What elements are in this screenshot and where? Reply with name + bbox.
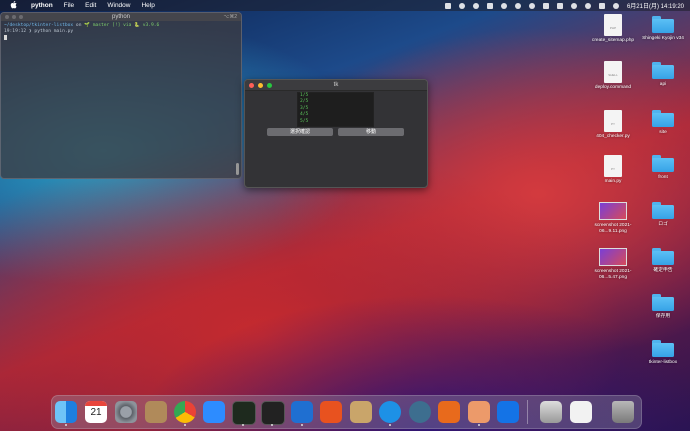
move-button[interactable]: 移動: [338, 128, 404, 136]
infinity-icon[interactable]: [497, 401, 519, 423]
close-button[interactable]: [5, 15, 9, 19]
confirm-selection-button[interactable]: 選択確認: [267, 128, 333, 136]
bluetooth-icon[interactable]: [542, 2, 549, 9]
minimize-button[interactable]: [258, 83, 263, 88]
vscode-icon[interactable]: [291, 401, 313, 423]
status-area: 6月21日(月) 14:19:20: [444, 0, 684, 11]
tk-title: tk: [333, 82, 339, 88]
python-file-icon: PY: [604, 110, 622, 132]
siri-icon[interactable]: [612, 2, 619, 9]
window-controls: [249, 83, 272, 88]
archive-utility-icon[interactable]: [350, 401, 372, 423]
menu-edit[interactable]: Edit: [85, 2, 96, 9]
wifi-icon[interactable]: [570, 2, 577, 9]
folder-icon: [652, 16, 674, 33]
zoom-button[interactable]: [267, 83, 272, 88]
dropbox-icon[interactable]: [444, 2, 451, 9]
menu-file[interactable]: File: [64, 2, 74, 9]
chrome-icon[interactable]: [174, 401, 196, 423]
terminal-green-icon[interactable]: [232, 401, 256, 425]
desktop-folder-tkinter-listbox[interactable]: tkinter-listbox: [637, 340, 689, 366]
terminal-titlebar[interactable]: python ⌥⌘2: [1, 13, 241, 21]
apple-icon[interactable]: [9, 0, 17, 11]
folder-icon: [652, 248, 674, 265]
quicktime-icon[interactable]: [409, 401, 431, 423]
tk-titlebar[interactable]: tk: [245, 80, 427, 91]
menu-help[interactable]: Help: [141, 2, 154, 9]
control-center-icon[interactable]: [598, 2, 605, 9]
screenshot-preview-icon[interactable]: [540, 401, 562, 423]
terminal-shortcut: ⌥⌘2: [223, 14, 237, 20]
image-thumbnail-icon: [599, 202, 627, 220]
cloud-icon[interactable]: [500, 2, 507, 9]
chat-icon[interactable]: [528, 2, 535, 9]
shell-file-icon: SHELL: [604, 61, 622, 83]
battery-icon[interactable]: [556, 2, 563, 9]
desktop-file-create-sitemap[interactable]: PHP create_sitemap.php: [587, 14, 639, 44]
folder-icon: [652, 155, 674, 172]
desktop-file-404-checker[interactable]: PY 404_checker.py: [587, 110, 639, 140]
terminal-title: python: [111, 14, 130, 20]
listbox-item[interactable]: 5/5: [298, 119, 373, 125]
desktop-file-screenshot-1[interactable]: screenshot 2021-06...9.11.png: [587, 199, 639, 235]
folder-icon: [652, 62, 674, 79]
zoom-icon[interactable]: [203, 401, 225, 423]
window-controls: [5, 15, 23, 19]
desktop-folder-site[interactable]: site: [637, 110, 689, 136]
close-button[interactable]: [249, 83, 254, 88]
desktop-folder-logo[interactable]: ロゴ: [637, 202, 689, 228]
finder-icon[interactable]: [55, 401, 77, 423]
php-file-icon: PHP: [604, 14, 622, 36]
contacts-icon[interactable]: [145, 401, 167, 423]
p-app-icon[interactable]: [486, 2, 493, 9]
terminal-icon[interactable]: [261, 401, 285, 425]
system-preferences-icon[interactable]: [115, 401, 137, 423]
folder-icon: [652, 294, 674, 311]
text-cursor: [4, 35, 7, 40]
sourcetree-icon[interactable]: [438, 401, 460, 423]
preview-app-icon[interactable]: [468, 401, 490, 423]
document-icon[interactable]: [570, 401, 592, 423]
music-icon[interactable]: [458, 2, 465, 9]
menu-datetime[interactable]: 6月21日(月) 14:19:20: [627, 1, 684, 10]
desktop-file-screenshot-2[interactable]: screenshot 2021-06...5.47.png: [587, 245, 639, 281]
terminal-cursor-line: [4, 35, 238, 42]
folder-icon: [652, 340, 674, 357]
desktop-file-main-py[interactable]: PY main.py: [587, 155, 639, 185]
desktop-folder-front[interactable]: front: [637, 155, 689, 181]
desktop-folder-shingeki[interactable]: Shingeki Kyojin v34: [637, 16, 689, 42]
dock: 21: [51, 395, 642, 429]
dock-separator: [527, 400, 528, 424]
folder-icon: [652, 110, 674, 127]
menu-app-name[interactable]: python: [31, 2, 53, 9]
folder-icon: [652, 202, 674, 219]
settings-icon[interactable]: [472, 2, 479, 9]
tk-window[interactable]: tk 1/5 2/5 3/5 4/5 5/5 選択確認 移動: [244, 79, 428, 188]
scrollbar[interactable]: [236, 163, 239, 175]
zoom-button[interactable]: [19, 15, 23, 19]
desktop-file-deploy[interactable]: SHELL deploy.command: [587, 61, 639, 91]
docker-icon[interactable]: [379, 401, 401, 423]
trash-icon[interactable]: [612, 401, 634, 423]
terminal-output[interactable]: ~/desktop/tkinter-listbox on 🌱 master [!…: [1, 21, 241, 44]
minimize-button[interactable]: [12, 15, 16, 19]
search-icon[interactable]: [584, 2, 591, 9]
instruments-icon[interactable]: [320, 401, 342, 423]
python-file-icon: PY: [604, 155, 622, 177]
desktop-folder-tax-return[interactable]: 確定申告: [637, 248, 689, 274]
desktop-folder-storage[interactable]: 保存用: [637, 294, 689, 320]
activity-icon[interactable]: [514, 2, 521, 9]
terminal-window[interactable]: python ⌥⌘2 ~/desktop/tkinter-listbox on …: [0, 12, 242, 179]
image-thumbnail-icon: [599, 248, 627, 266]
menu-bar: python File Edit Window Help 6月21日(月) 14…: [0, 0, 690, 11]
desktop-folder-api[interactable]: api: [637, 62, 689, 88]
menu-window[interactable]: Window: [107, 2, 130, 9]
listbox[interactable]: 1/5 2/5 3/5 4/5 5/5: [297, 92, 374, 127]
calendar-icon[interactable]: 21: [85, 401, 107, 423]
